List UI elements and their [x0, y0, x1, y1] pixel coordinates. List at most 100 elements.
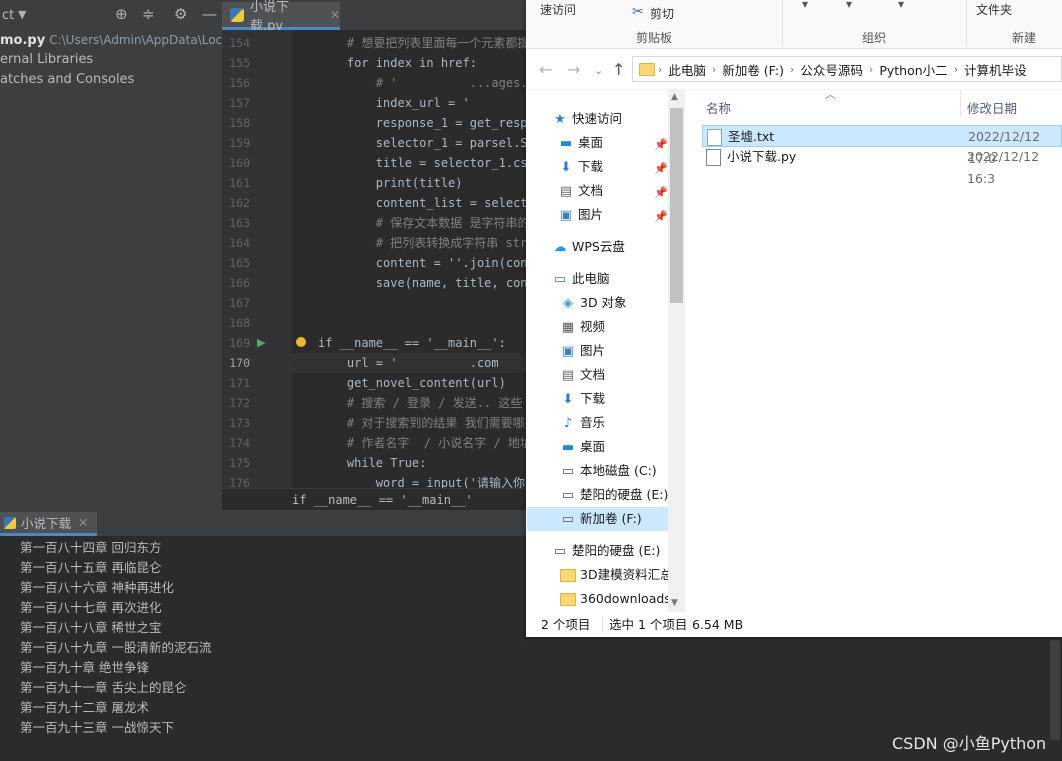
nav-item-downloads[interactable]: ⬇ 下载 — [560, 387, 605, 411]
run-icon[interactable]: ▶ — [257, 336, 265, 349]
code-line[interactable]: url = ' .com — [292, 353, 528, 373]
new-folder-button[interactable]: 文件夹 — [976, 1, 1012, 18]
gear-icon[interactable]: ⚙ — [174, 5, 187, 23]
chevron-right-icon[interactable]: › — [954, 63, 958, 76]
nav-item-desktop[interactable]: ▬ 桌面 — [558, 131, 603, 155]
column-separator[interactable] — [960, 90, 961, 118]
file-row[interactable]: 圣墟.txt 2022/12/12 17:0 — [702, 125, 1062, 166]
nav-label: WPS云盘 — [572, 239, 625, 254]
code-line[interactable]: # 对于搜索到的结果 我们需要哪些 — [292, 413, 528, 433]
nav-item-3d-objects[interactable]: ◈ 3D 对象 — [560, 291, 627, 315]
address-bar[interactable]: › 此电脑 › 新加卷 (F:) › 公众号源码 › Python小二 › 计算… — [632, 56, 1062, 82]
project-tree-item[interactable]: ernal Libraries — [0, 50, 93, 70]
code-line[interactable] — [292, 313, 528, 333]
collapse-icon[interactable]: ≑ — [142, 5, 155, 23]
nav-item-folder[interactable]: 3D建模资料汇总 — [560, 563, 673, 587]
code-line[interactable]: # ' ...ages.com/ — [292, 73, 528, 93]
code-line[interactable]: for index in href: — [292, 53, 528, 73]
breadcrumb-item[interactable]: 新加卷 (F:) — [722, 60, 784, 79]
close-icon[interactable]: ✕ — [78, 515, 88, 530]
scissors-icon[interactable]: ✂ — [632, 4, 644, 20]
pin-icon[interactable]: 📌 — [654, 186, 668, 199]
code-line[interactable]: content_list = selector_1. — [292, 193, 528, 213]
column-header-name[interactable]: 名称 — [706, 98, 731, 117]
nav-item-documents[interactable]: ▤ 文档 — [560, 363, 605, 387]
nav-item-this-pc[interactable]: ▭ 此电脑 — [552, 267, 610, 291]
pin-icon[interactable]: 📌 — [654, 162, 668, 175]
nav-item-documents[interactable]: ▤ 文档 — [558, 179, 603, 203]
code-line[interactable]: selector_1 = parsel.Select — [292, 133, 528, 153]
scroll-up-icon[interactable]: ▲ — [671, 92, 678, 102]
line-number: 172 — [229, 396, 250, 410]
nav-item-quick-access[interactable]: ★ 快速访问 — [552, 107, 622, 131]
nav-item-drive-c[interactable]: ▭ 本地磁盘 (C:) — [560, 459, 657, 483]
nav-item-desktop[interactable]: ▬ 桌面 — [560, 435, 605, 459]
nav-item-drive-e[interactable]: ▭ 楚阳的硬盘 (E:) — [560, 483, 669, 507]
breadcrumb-item[interactable]: Python小二 — [879, 60, 947, 79]
line-number: 160 — [229, 156, 250, 170]
column-header-date[interactable]: 修改日期 — [967, 98, 1017, 117]
pin-icon[interactable]: 📌 — [654, 138, 668, 151]
nav-item-drive-f[interactable]: ▭ 新加卷 (F:) — [560, 507, 642, 531]
chevron-down-icon[interactable]: ▼ — [18, 8, 26, 21]
folder-icon — [639, 62, 655, 76]
code-line[interactable]: if __name__ == '__main__': — [292, 333, 528, 353]
code-line[interactable]: # 作者名字 / 小说名字 / 地址(书 — [292, 433, 528, 453]
nav-scrollbar-thumb[interactable] — [670, 108, 683, 303]
nav-item-downloads[interactable]: ⬇ 下载 — [558, 155, 603, 179]
code-line[interactable]: get_novel_content(url) — [292, 373, 528, 393]
nav-item-pictures[interactable]: ▣ 图片 — [558, 203, 603, 227]
code-line[interactable]: save(name, title, content) — [292, 273, 528, 293]
back-icon[interactable]: ← — [539, 60, 552, 79]
pin-quick-access-button[interactable]: 速访问 — [540, 1, 576, 18]
code-line[interactable]: while True: — [292, 453, 528, 473]
chevron-right-icon[interactable]: › — [712, 63, 716, 76]
up-icon[interactable]: ↑ — [612, 60, 625, 79]
close-icon[interactable]: ✕ — [330, 8, 340, 22]
nav-item-drive-e[interactable]: ▭ 楚阳的硬盘 (E:) — [552, 539, 661, 563]
file-row[interactable]: 小说下载.py 2022/12/12 16:3 — [702, 146, 1062, 186]
code-line[interactable]: response_1 = get_response( — [292, 113, 528, 133]
editor-tab[interactable]: 小说下载.py ✕ — [222, 0, 340, 34]
scroll-down-icon[interactable]: ▼ — [671, 598, 678, 608]
minimize-icon[interactable]: — — [202, 5, 217, 23]
locate-icon[interactable]: ⊕ — [115, 5, 128, 23]
chevron-right-icon[interactable]: › — [869, 63, 873, 76]
nav-item-folder[interactable]: 360downloads — [560, 587, 671, 611]
chevron-right-icon[interactable]: › — [658, 63, 662, 76]
code-line[interactable] — [292, 293, 528, 313]
code-line[interactable]: # 搜索 / 登录 / 发送.. 这些 pos — [292, 393, 528, 413]
forward-icon[interactable]: → — [567, 60, 580, 79]
lightbulb-icon[interactable] — [296, 337, 306, 347]
nav-item-music[interactable]: ♪ 音乐 — [560, 411, 605, 435]
nav-item-videos[interactable]: ▦ 视频 — [560, 315, 605, 339]
chevron-right-icon[interactable]: › — [790, 63, 794, 76]
chevron-down-icon[interactable]: ▾ — [846, 0, 852, 11]
chevron-down-icon[interactable]: ⌄ — [594, 64, 603, 77]
code-line[interactable]: print(title) — [292, 173, 528, 193]
code-line[interactable]: content = ''.join(content_ — [292, 253, 528, 273]
code-line[interactable]: title = selector_1.css('. — [292, 153, 528, 173]
breadcrumb-item[interactable]: 公众号源码 — [800, 60, 863, 79]
nav-item-wps[interactable]: ☁ WPS云盘 — [552, 235, 625, 259]
code-line[interactable]: # 想要把列表里面每一个元素都提取 — [292, 33, 528, 53]
breadcrumb-item[interactable]: 计算机毕设 — [964, 60, 1027, 79]
nav-label: 本地磁盘 (C:) — [580, 463, 657, 478]
breadcrumb-item[interactable]: 此电脑 — [668, 60, 706, 79]
console-scrollbar[interactable] — [1050, 640, 1060, 740]
nav-item-pictures[interactable]: ▣ 图片 — [560, 339, 605, 363]
cut-button[interactable]: 剪切 — [650, 5, 674, 22]
run-tab[interactable]: 小说下载 ✕ — [0, 512, 97, 536]
pin-icon[interactable]: 📌 — [654, 210, 668, 223]
project-tool-header[interactable]: ct ▼ ⊕ ≑ ⚙ — — [0, 0, 222, 30]
chevron-down-icon[interactable]: ▾ — [802, 0, 808, 11]
item-count: 2 个项目 — [541, 617, 591, 632]
code-line[interactable]: # 把列表转换成字符串 str() — [292, 233, 528, 253]
project-tree-item[interactable]: mo.py C:\Users\Admin\AppData\Loca — [0, 30, 230, 50]
code-line[interactable]: index_url = ' ... — [292, 93, 528, 113]
project-tree-item[interactable]: atches and Consoles — [0, 70, 134, 90]
nav-label: 下载 — [580, 391, 606, 406]
breadcrumb[interactable]: if __name__ == '__main__' — [222, 488, 528, 510]
chevron-down-icon[interactable]: ▾ — [898, 0, 904, 11]
code-line[interactable]: # 保存文本数据 是字符串的形 — [292, 213, 528, 233]
